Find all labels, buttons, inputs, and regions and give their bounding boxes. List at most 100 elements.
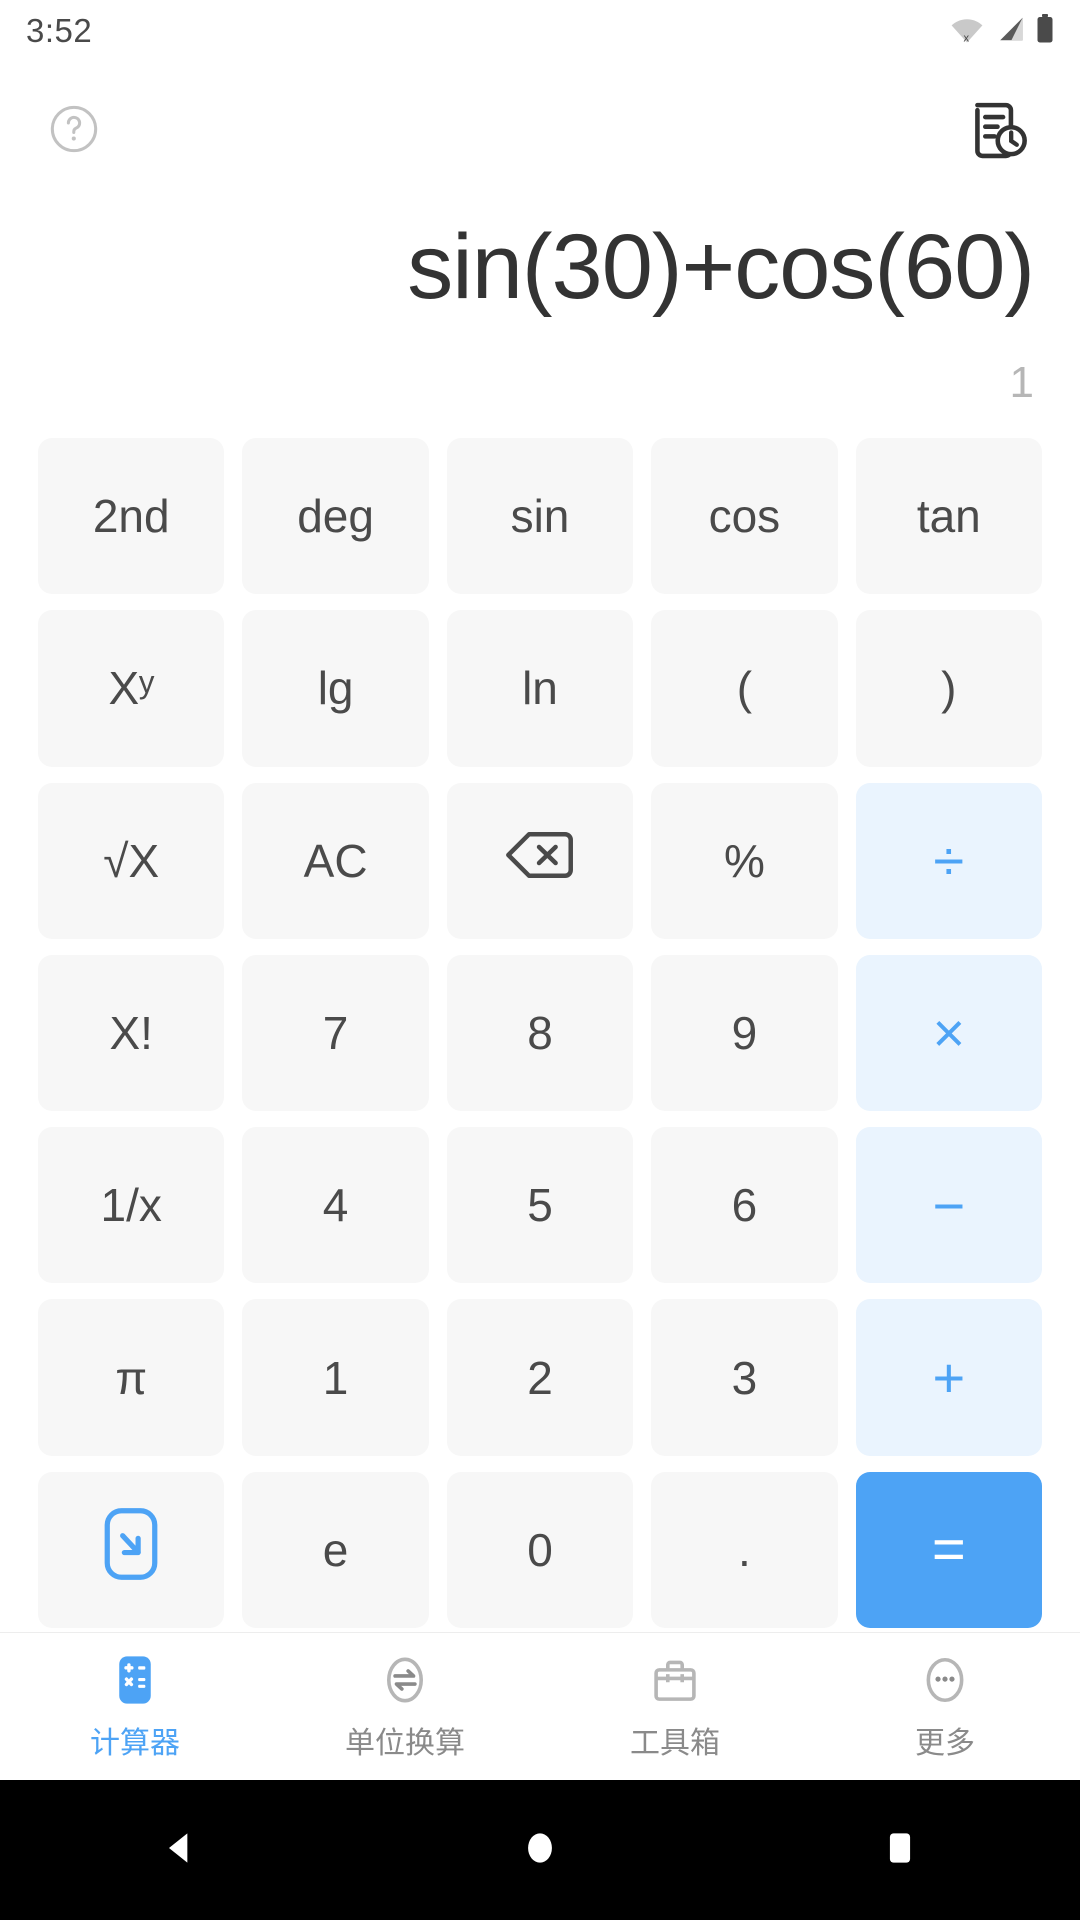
- wifi-off-icon: x: [950, 15, 984, 48]
- key-label: +: [932, 1346, 966, 1410]
- key-cos[interactable]: cos: [651, 438, 838, 595]
- key-2[interactable]: 2: [446, 1299, 634, 1456]
- key-plus[interactable]: +: [855, 1299, 1042, 1456]
- key-open-paren[interactable]: (: [651, 610, 838, 767]
- key-label: tan: [916, 490, 981, 543]
- key-label: 0: [527, 1523, 553, 1576]
- calculator-app: 3:52 x sin(30)+cos(60) 1 2nd deg sin cos…: [0, 0, 1080, 1920]
- key-label: e: [322, 1523, 349, 1576]
- key-label: ÷: [933, 829, 965, 893]
- key-percent[interactable]: %: [651, 782, 838, 939]
- key-1[interactable]: 1: [242, 1299, 429, 1456]
- key-label: (: [736, 662, 753, 715]
- nav-more[interactable]: 更多: [810, 1652, 1080, 1762]
- nav-unit-converter[interactable]: 单位换算: [270, 1652, 540, 1762]
- key-label: 1/x: [100, 1179, 162, 1232]
- key-lg[interactable]: lg: [242, 610, 429, 767]
- key-decimal[interactable]: .: [651, 1471, 838, 1628]
- recents-square-icon: [878, 1826, 922, 1875]
- result-text: 1: [1009, 358, 1034, 407]
- key-label: 7: [322, 1006, 349, 1059]
- key-sin[interactable]: sin: [446, 438, 634, 595]
- key-equals[interactable]: =: [855, 1471, 1042, 1628]
- keypad: 2nd deg sin cos tan Xʸ lg ln () √X AC% ÷ X! 7 8 9 × 1/x 4 5…: [0, 438, 1080, 1628]
- key-label: 5: [527, 1179, 553, 1232]
- key-multiply[interactable]: ×: [855, 954, 1042, 1112]
- key-6[interactable]: 6: [651, 1127, 838, 1284]
- android-recents-button[interactable]: [852, 1802, 948, 1898]
- key-0[interactable]: 0: [446, 1471, 634, 1628]
- nav-label: 更多: [915, 1726, 975, 1760]
- status-bar: 3:52 x: [0, 0, 1080, 62]
- key-4[interactable]: 4: [242, 1127, 429, 1284]
- key-factorial[interactable]: X!: [38, 954, 225, 1112]
- key-close-paren[interactable]: ): [855, 610, 1042, 767]
- key-label: 2: [527, 1351, 553, 1404]
- back-triangle-icon: [158, 1826, 202, 1875]
- android-home-button[interactable]: [492, 1802, 588, 1898]
- nav-toolbox[interactable]: 工具箱: [540, 1652, 810, 1762]
- key-8[interactable]: 8: [446, 954, 634, 1112]
- key-divide[interactable]: ÷: [855, 782, 1042, 939]
- nav-calculator[interactable]: 计算器: [0, 1652, 270, 1762]
- key-ln[interactable]: ln: [446, 610, 634, 767]
- key-power[interactable]: Xʸ: [38, 610, 225, 767]
- key-label: X!: [109, 1006, 153, 1059]
- nav-label: 工具箱: [630, 1726, 720, 1760]
- status-icons: x: [950, 13, 1054, 49]
- key-ac[interactable]: AC: [242, 782, 429, 939]
- nav-label: 计算器: [90, 1726, 180, 1760]
- key-label: sin: [510, 490, 570, 543]
- key-label: −: [932, 1173, 966, 1237]
- battery-icon: [1036, 13, 1054, 49]
- bottom-navigation: 计算器 单位换算 工具箱 更多: [0, 1632, 1080, 1780]
- backspace-icon: [504, 829, 576, 892]
- key-reciprocal[interactable]: 1/x: [38, 1127, 225, 1284]
- key-label: .: [738, 1523, 751, 1576]
- key-label: =: [931, 1517, 966, 1583]
- key-label: Xʸ: [108, 662, 154, 715]
- status-time: 3:52: [26, 12, 93, 49]
- key-tan[interactable]: tan: [855, 438, 1042, 595]
- svg-text:x: x: [964, 32, 970, 42]
- calculator-display: sin(30)+cos(60) 1: [0, 180, 1080, 430]
- key-pi[interactable]: π: [38, 1299, 225, 1456]
- key-5[interactable]: 5: [446, 1127, 634, 1284]
- key-label: %: [723, 834, 765, 887]
- key-deg[interactable]: deg: [242, 438, 429, 595]
- key-label: 4: [322, 1179, 349, 1232]
- key-label: 3: [731, 1351, 758, 1404]
- key-label: AC: [303, 834, 368, 887]
- key-label: 1: [322, 1351, 349, 1404]
- key-label: 6: [731, 1179, 758, 1232]
- key-e[interactable]: e: [242, 1471, 429, 1628]
- key-minus[interactable]: −: [855, 1127, 1042, 1284]
- key-label: deg: [297, 490, 374, 543]
- key-label: cos: [708, 490, 781, 543]
- android-back-button[interactable]: [132, 1802, 228, 1898]
- top-action-bar: [0, 88, 1080, 174]
- history-button[interactable]: [966, 98, 1032, 164]
- key-sqrt[interactable]: √X: [38, 782, 225, 939]
- key-label: ×: [932, 1001, 966, 1065]
- key-label: ): [941, 662, 957, 715]
- key-collapse-keypad[interactable]: [38, 1471, 225, 1628]
- key-label: 2nd: [92, 490, 170, 543]
- help-circle-icon: [48, 103, 100, 160]
- collapse-keypad-icon: [100, 1506, 162, 1593]
- calculator-icon: [107, 1652, 163, 1708]
- key-label: 8: [527, 1006, 553, 1059]
- key-3[interactable]: 3: [651, 1299, 838, 1456]
- key-label: 9: [731, 1006, 758, 1059]
- key-backspace[interactable]: [446, 782, 634, 939]
- key-7[interactable]: 7: [242, 954, 429, 1112]
- expression-text[interactable]: sin(30)+cos(60): [46, 180, 1034, 332]
- key-label: ln: [522, 662, 558, 715]
- key-2nd[interactable]: 2nd: [38, 438, 225, 595]
- history-document-icon: [966, 96, 1032, 167]
- key-label: lg: [317, 662, 354, 715]
- key-9[interactable]: 9: [651, 954, 838, 1112]
- convert-icon: [377, 1652, 433, 1708]
- help-button[interactable]: [48, 105, 100, 157]
- more-icon: [917, 1652, 973, 1708]
